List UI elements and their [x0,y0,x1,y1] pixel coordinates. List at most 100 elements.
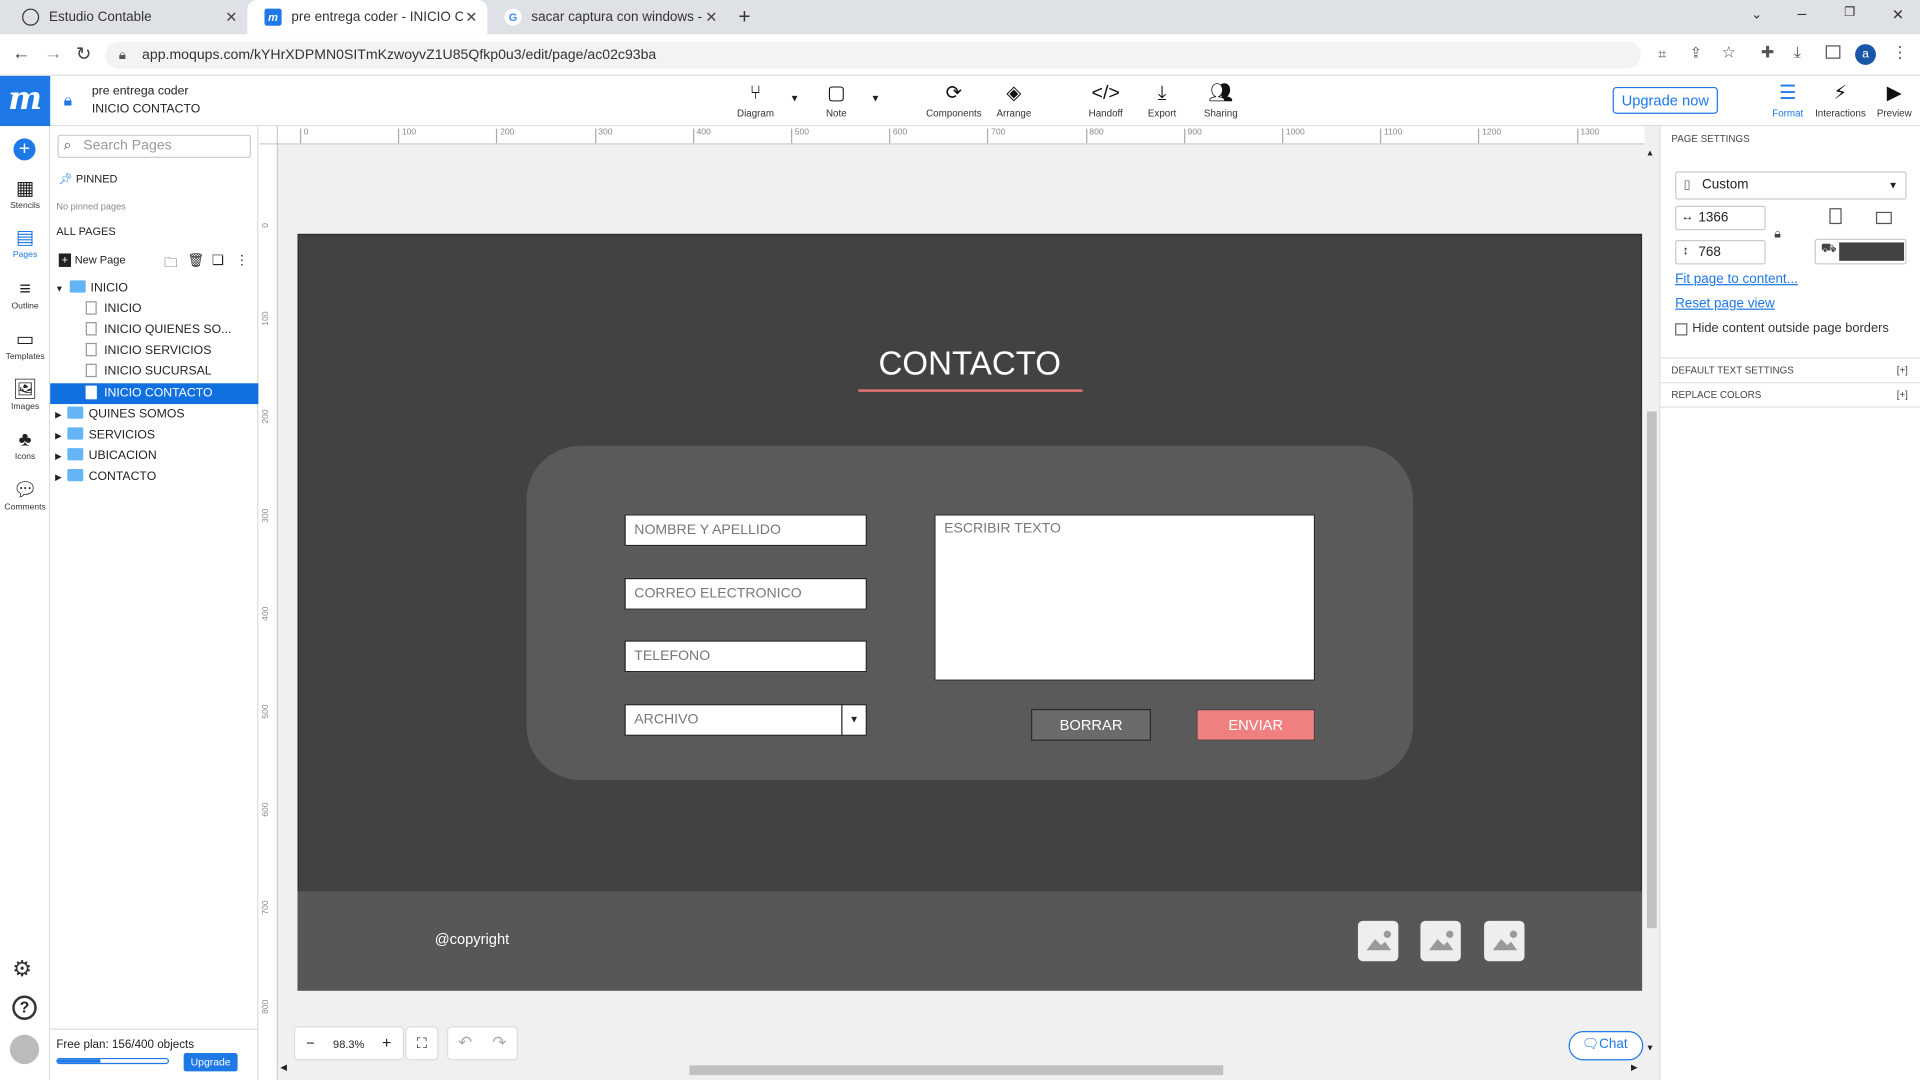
email-field[interactable]: CORREO ELECTRONICO [624,577,867,610]
image-placeholder-icon[interactable] [1484,920,1525,962]
rail-templates[interactable]: ▭ Templates [0,328,50,361]
tree-folder-contacto[interactable]: ▶ CONTACTO [50,467,258,488]
tree-folder-quines[interactable]: ▶ QUINES SOMOS [50,404,258,425]
fit-page-link[interactable]: Fit page to content... [1675,272,1798,287]
scroll-right-icon[interactable]: ▶ [1631,1063,1638,1073]
restore-icon[interactable]: ❐ [1844,6,1855,19]
scroll-up-icon[interactable]: ▲ [1646,149,1654,158]
tree-page-contacto-selected[interactable]: INICIO CONTACTO [50,383,259,405]
share-icon[interactable]: ⇪ [1690,44,1702,61]
tree-page-quienes[interactable]: INICIO QUIENES SO... [50,320,258,341]
user-avatar[interactable] [9,1034,40,1065]
aspect-lock-icon[interactable]: 🔒︎ [1774,228,1781,241]
reload-icon[interactable]: ↻ [76,43,91,65]
scroll-left-icon[interactable]: ◀ [280,1063,287,1073]
name-field[interactable]: NOMBRE Y APELLIDO [624,514,867,547]
bookmark-star-icon[interactable]: ☆ [1722,43,1736,63]
fit-screen-icon[interactable]: ⛶ [405,1026,439,1061]
chrome-menu-icon[interactable]: ⋮ [1892,43,1908,63]
upgrade-now-button[interactable]: Upgrade now [1612,86,1718,114]
arrange-button[interactable]: ◈ Arrange [983,81,1044,119]
delete-icon[interactable]: 🗑︎ [187,252,204,268]
close-tab-icon[interactable]: ✕ [705,9,717,26]
extensions-icon[interactable]: ✚ [1761,43,1774,63]
tree-folder-ubicacion[interactable]: ▶ UBICACION [50,446,258,467]
close-window-icon[interactable]: ✕ [1892,6,1904,23]
file-select[interactable]: ARCHIVO ▼ [624,704,867,736]
add-icon[interactable]: + [13,138,36,161]
tab-search-chevron-icon[interactable]: ⌄ [1751,6,1762,22]
moqups-logo[interactable]: m [0,75,51,127]
title-underline[interactable] [858,389,1083,392]
note-tool-button[interactable]: ▢ Note [806,81,867,119]
components-button[interactable]: ⟳ Components [923,81,984,119]
image-placeholder-icon[interactable] [1420,920,1461,962]
translate-icon[interactable]: ⌗ [1658,45,1666,63]
landscape-icon[interactable] [1875,211,1892,225]
tree-page-servicios[interactable]: INICIO SERVICIOS [50,340,258,361]
page-fill-color[interactable]: ⛟ [1814,238,1907,265]
duplicate-icon[interactable]: ❏ [212,252,224,268]
zoom-level[interactable]: 98.3% [333,1038,364,1050]
scroll-down-icon[interactable]: ▼ [1646,1044,1654,1053]
help-icon[interactable]: ? [12,995,37,1021]
horizontal-scrollbar[interactable]: ◀ ▶ [277,1062,1645,1078]
copyright-text[interactable]: @copyright [435,931,510,948]
vertical-scroll-thumb[interactable] [1646,411,1657,929]
page-height-input[interactable]: ↕ 768 [1675,240,1766,265]
new-page-button[interactable]: + New Page [58,253,126,267]
chat-button[interactable]: 🗨︎ Chat [1568,1031,1644,1061]
portrait-icon[interactable] [1829,208,1842,225]
rail-images[interactable]: 🖼︎ Images [0,378,50,412]
rail-outline[interactable]: ≡ Outline [0,278,50,311]
message-textarea[interactable]: ESCRIBIR TEXTO [934,514,1316,681]
mockup-title[interactable]: CONTACTO [857,345,1082,383]
forward-icon[interactable]: → [44,43,62,64]
browser-tab[interactable]: G sacar captura con windows - Bus ✕ [487,0,727,34]
export-button[interactable]: ⤓ Export [1131,81,1192,119]
undo-icon[interactable]: ↶ [458,1032,472,1053]
diagram-dropdown-icon[interactable]: ▼ [790,93,800,104]
expand-default-text[interactable]: [+] [1897,365,1908,376]
search-pages-input[interactable]: ⌕ Search Pages [57,134,252,158]
more-options-icon[interactable]: ⋮ [235,252,248,268]
minimize-icon[interactable]: – [1798,4,1807,22]
handoff-button[interactable]: </> Handoff [1075,81,1136,119]
browser-tab-active[interactable]: m pre entrega coder - INICIO CON ✕ [247,0,488,35]
zoom-out-icon[interactable]: − [306,1035,315,1052]
interactions-button[interactable]: ⚡︎ Interactions [1810,81,1871,119]
sharing-button[interactable]: 👥︎ Sharing [1190,81,1251,119]
clear-button[interactable]: BORRAR [1031,708,1152,741]
tree-page-sucursal[interactable]: INICIO SUCURSAL [50,361,258,382]
download-icon[interactable]: ⤓ [1794,43,1801,63]
back-icon[interactable]: ← [12,43,30,64]
rail-comments[interactable]: 💬︎ Comments [0,479,50,512]
profile-avatar[interactable]: a [1855,44,1876,65]
rail-icons[interactable]: ♣ Icons [0,429,50,462]
expand-replace-colors[interactable]: [+] [1897,389,1908,400]
hide-content-checkbox[interactable] [1675,323,1688,336]
preview-button[interactable]: ▶ Preview [1864,81,1920,119]
tree-page-inicio[interactable]: INICIO [50,299,258,320]
new-tab-icon[interactable]: + [738,5,750,29]
zoom-in-icon[interactable]: + [382,1033,391,1051]
close-tab-icon[interactable]: ✕ [225,9,237,26]
note-dropdown-icon[interactable]: ▼ [871,93,881,104]
rail-pages[interactable]: ▤ Pages [0,227,50,260]
phone-field[interactable]: TELEFONO [624,640,867,673]
chevron-down-icon[interactable]: ▼ [841,705,865,735]
close-tab-icon[interactable]: ✕ [465,9,477,26]
redo-icon[interactable]: ↷ [492,1032,506,1053]
reset-page-view-link[interactable]: Reset page view [1675,296,1775,311]
project-lock-icon[interactable]: 🔒︎ [64,91,72,111]
url-field[interactable]: 🔒︎ app.moqups.com/kYHrXDPMN0SITmKzwoyvZ1… [105,41,1641,69]
tree-folder-servicios[interactable]: ▶ SERVICIOS [50,425,258,446]
page-width-input[interactable]: ↔ 1366 [1675,205,1766,231]
image-placeholder-icon[interactable] [1357,920,1399,962]
horizontal-scroll-thumb[interactable] [689,1065,1224,1076]
sidepanel-icon[interactable] [1825,45,1841,59]
page-size-select[interactable]: ▯ Custom ▼ [1675,171,1907,200]
rail-stencils[interactable]: ▦ Stencils [0,178,50,211]
new-folder-icon[interactable]: 🗀 [164,252,177,275]
replace-colors-header[interactable]: REPLACE COLORS [1671,389,1761,400]
